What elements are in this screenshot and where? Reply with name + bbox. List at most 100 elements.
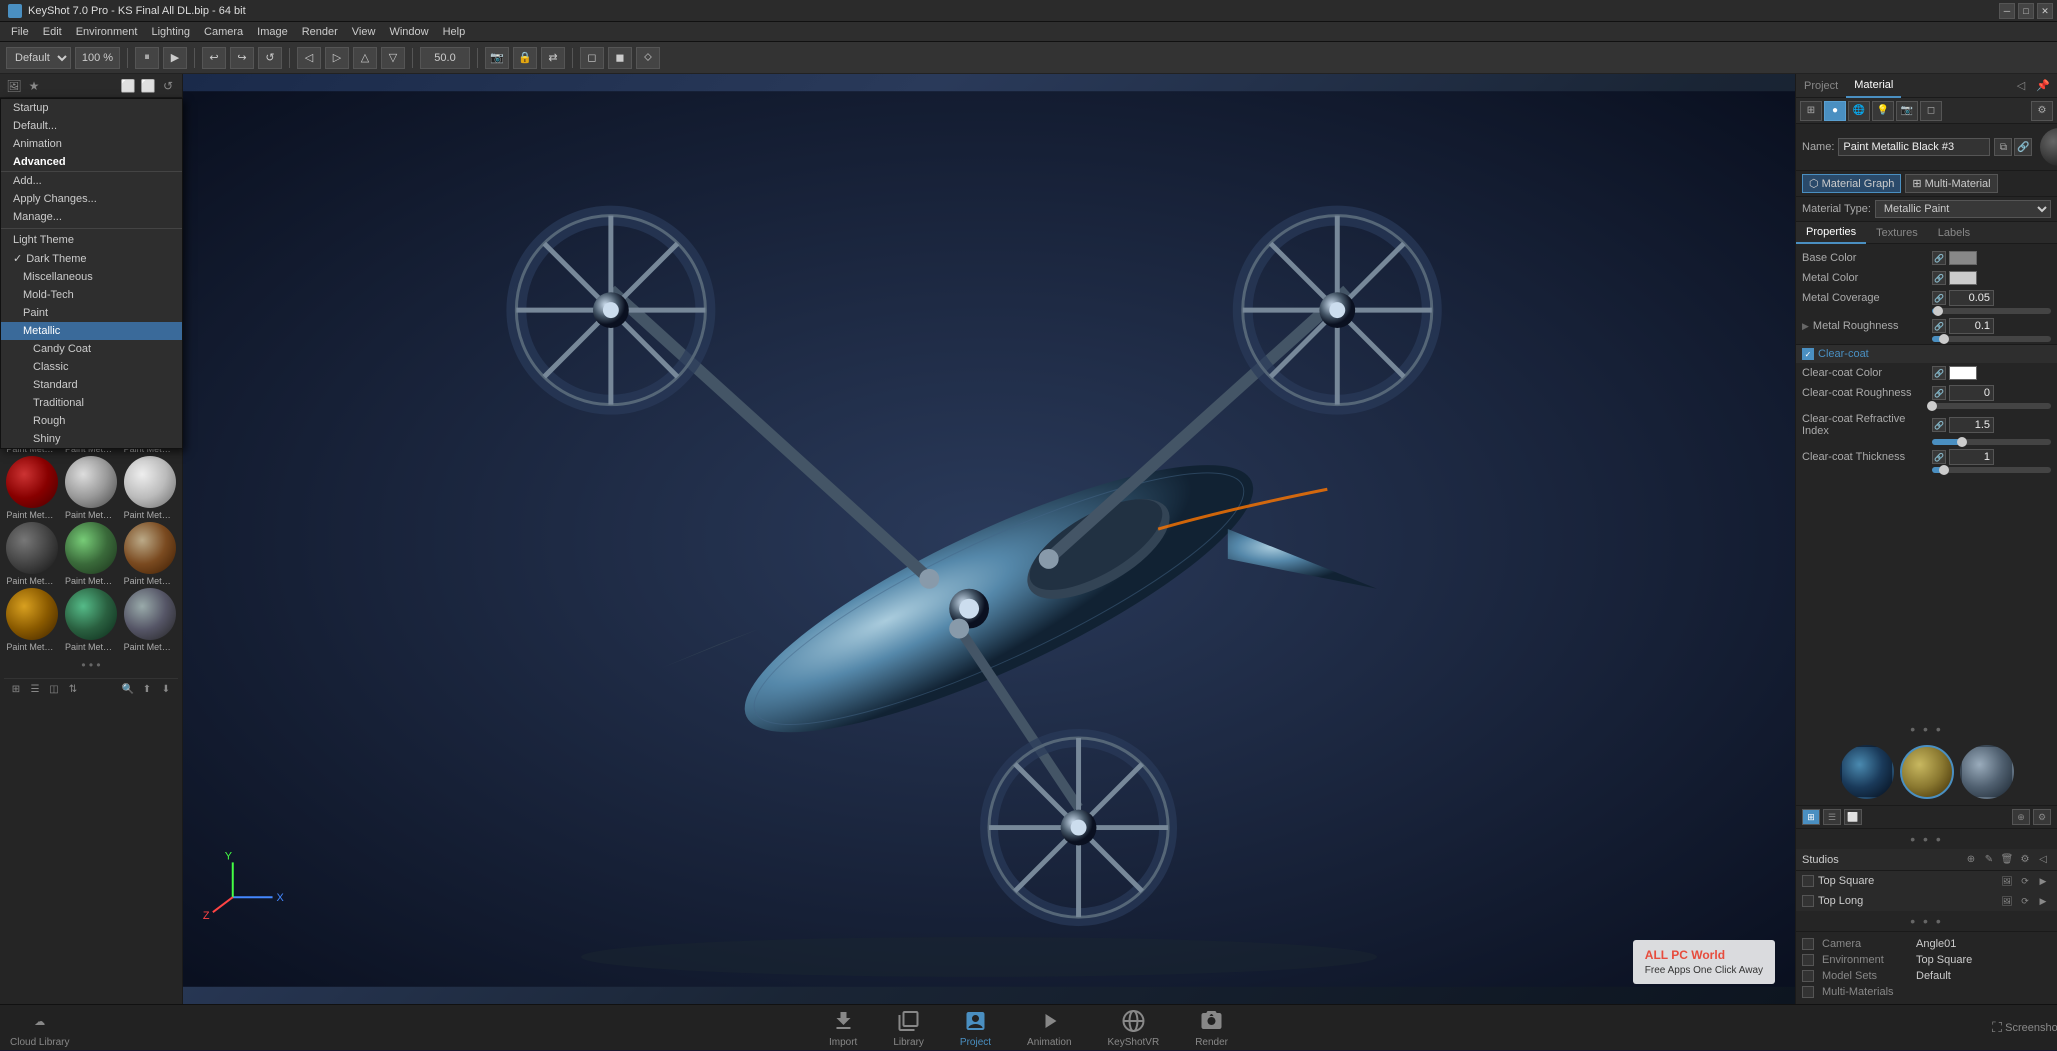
studio-row-icon-2a[interactable]: 🖼 [1999,893,2015,909]
cc-thick-input[interactable] [1949,449,1994,465]
list-view-icon[interactable]: ☰ [27,681,43,697]
lock-btn[interactable]: 🔒 [513,47,537,69]
menu-advanced[interactable]: Advanced [1,153,182,171]
menu-standard[interactable]: Standard [1,376,182,394]
multi-material-btn[interactable]: ⊞ Multi-Material [1905,174,1997,193]
base-color-swatch[interactable] [1949,251,1977,265]
material-graph-btn[interactable]: ⬡ Material Graph [1802,174,1901,193]
menu-mold-tech[interactable]: Mold-Tech [1,286,182,304]
view-grid-btn[interactable]: ⊞ [1802,809,1820,825]
sync-btn[interactable]: ⇄ [541,47,565,69]
studio-row-icon-2c[interactable]: ▶ [2035,893,2051,909]
menu-rough[interactable]: Rough [1,412,182,430]
sort-icon[interactable]: ⇅ [65,681,81,697]
studio-settings-icon[interactable]: ⚙ [2017,852,2033,868]
library-tab[interactable]: Library [885,1004,932,1051]
studio-top-long[interactable]: Top Long 🖼 ⟳ ▶ [1796,891,2057,911]
star-icon[interactable]: ★ [26,78,42,94]
menu-default[interactable]: Default... [1,117,182,135]
menu-window[interactable]: Window [382,25,435,39]
menu-view[interactable]: View [345,25,383,39]
studio-delete-icon[interactable]: 🗑 [1999,852,2015,868]
tb-extra-1[interactable]: ◻ [580,47,604,69]
tb-extra-3[interactable]: ⬦ [636,47,660,69]
upload-icon[interactable]: ⬆ [139,681,155,697]
cc-ior-input[interactable] [1949,417,1994,433]
import-icon[interactable]: ⬜ [120,78,136,94]
zoom-preview-btn[interactable]: ⊕ [2012,809,2030,825]
tab-labels[interactable]: Labels [1928,222,1980,244]
studio-checkbox-2[interactable] [1802,895,1814,907]
swatch-item[interactable]: Paint Metal... [4,456,61,520]
swatch-item[interactable]: Paint Metal... [63,456,120,520]
download-icon[interactable]: ⬇ [158,681,174,697]
animation-tab[interactable]: Animation [1019,1004,1079,1051]
clearcoat-checkbox[interactable]: ✓ [1802,348,1814,360]
mat-sphere-icon[interactable]: ● [1824,101,1846,121]
mat-rect-icon[interactable]: ◻ [1920,101,1942,121]
studio-row-icon-1c[interactable]: ▶ [2035,873,2051,889]
toolbar-btn-1[interactable]: ↩ [202,47,226,69]
clearcoat-section-header[interactable]: ✓ Clear-coat [1796,344,2057,363]
render-checkbox-multi[interactable] [1802,986,1814,998]
screenshot-btn[interactable]: Screenshot [2019,1014,2047,1042]
menu-traditional[interactable]: Traditional [1,394,182,412]
copy-icon[interactable]: ⧉ [1994,138,2012,156]
studio-row-icon-1a[interactable]: 🖼 [1999,873,2015,889]
menu-startup[interactable]: Startup [1,99,182,117]
menu-lighting[interactable]: Lighting [144,25,197,39]
swatch-item[interactable]: Paint Metal... [121,522,178,586]
cc-rough-slider[interactable] [1932,403,2051,409]
view-list-btn[interactable]: ☰ [1823,809,1841,825]
mat-light-icon[interactable]: 💡 [1872,101,1894,121]
metal-color-swatch[interactable] [1949,271,1977,285]
preview-ball-env[interactable] [1840,745,1894,799]
project-tab[interactable]: Project [952,1004,999,1051]
render-checkbox-env[interactable] [1802,954,1814,966]
swatch-item[interactable]: Paint Metal... [4,588,61,652]
menu-file[interactable]: File [4,25,36,39]
menu-shiny[interactable]: Shiny [1,430,182,448]
tb-extra-2[interactable]: ◼ [608,47,632,69]
type-select[interactable]: Metallic Paint [1875,200,2051,218]
roughness-expand-icon[interactable]: ▶ [1802,321,1809,332]
search-panel-icon[interactable]: 🔍 [120,681,136,697]
studio-checkbox-1[interactable] [1802,875,1814,887]
menu-render[interactable]: Render [295,25,345,39]
menu-manage[interactable]: Manage... [1,208,182,226]
toolbar-btn-3[interactable]: ↺ [258,47,282,69]
menu-miscellaneous[interactable]: Miscellaneous [1,268,182,286]
menu-paint[interactable]: Paint [1,304,182,322]
viewport[interactable]: X Y Z ALL PC World Free Apps One Click A… [183,74,1795,1004]
menu-help[interactable]: Help [436,25,473,39]
cc-thick-link[interactable]: 🔗 [1932,450,1946,464]
menu-candy-coat[interactable]: Candy Coat [1,340,182,358]
close-btn[interactable]: ✕ [2037,3,2053,19]
refresh-icon[interactable]: ↺ [160,78,176,94]
menu-classic[interactable]: Classic [1,358,182,376]
view-large-btn[interactable]: ⬜ [1844,809,1862,825]
rp-collapse-icon[interactable]: ◁ [2011,76,2031,96]
grid-view-icon[interactable]: ⊞ [8,681,24,697]
swatch-item[interactable]: Paint Metal... [4,522,61,586]
studio-add-icon[interactable]: ⊕ [1963,852,1979,868]
cc-ior-slider[interactable] [1932,439,2051,445]
metal-color-link[interactable]: 🔗 [1932,271,1946,285]
camera-btn[interactable]: 📷 [485,47,509,69]
render-checkbox-camera[interactable] [1802,938,1814,950]
swatch-item[interactable]: Paint Metal... [63,588,120,652]
mat-grid-icon[interactable]: ⊞ [1800,101,1822,121]
frame-input[interactable] [420,47,470,69]
mat-camera-icon[interactable]: 📷 [1896,101,1918,121]
cloud-library-btn[interactable]: ☁ Cloud Library [10,1007,69,1048]
cc-rough-link[interactable]: 🔗 [1932,386,1946,400]
export-icon[interactable]: ⬜ [140,78,156,94]
metal-rough-input[interactable] [1949,318,1994,334]
metal-cov-link[interactable]: 🔗 [1932,291,1946,305]
pause-btn[interactable]: ⏸ [135,47,159,69]
maximize-btn[interactable]: □ [2018,3,2034,19]
import-tab[interactable]: Import [821,1004,865,1051]
mat-globe-icon[interactable]: 🌐 [1848,101,1870,121]
metal-rough-slider[interactable] [1932,336,2051,342]
preset-select[interactable]: Default [6,47,71,69]
